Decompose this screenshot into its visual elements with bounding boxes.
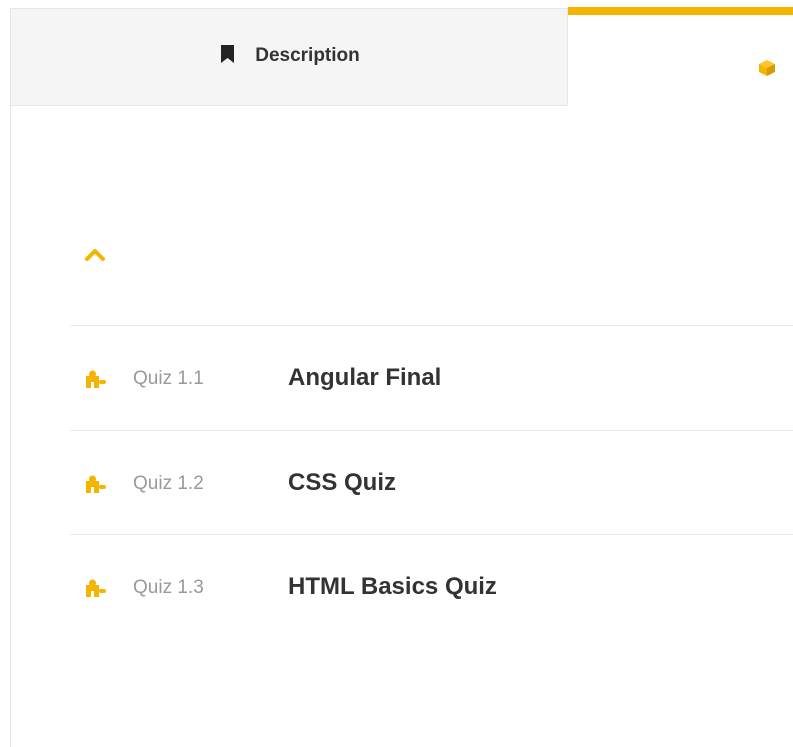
tab-description-label: Description [255,45,360,66]
lesson-row[interactable]: Quiz 1.1 Angular Final [70,326,793,430]
lesson-row[interactable]: Quiz 1.3 HTML Basics Quiz [70,535,793,639]
lesson-title[interactable]: Angular Final [288,364,441,392]
panel-left-border [10,106,11,747]
puzzle-icon [84,369,108,394]
lesson-row[interactable]: Quiz 1.2 CSS Quiz [70,431,793,535]
chevron-up-icon [84,249,106,266]
tab-curriculum[interactable] [568,7,793,107]
section-collapse-toggle[interactable] [84,246,108,266]
puzzle-icon [84,474,108,499]
bookmark-icon [220,44,235,68]
tab-bar: Description [0,0,793,107]
lesson-number: Quiz 1.3 [133,577,204,598]
lesson-number: Quiz 1.2 [133,473,204,494]
lesson-title[interactable]: HTML Basics Quiz [288,573,497,601]
lesson-title[interactable]: CSS Quiz [288,469,396,497]
tab-description-content: Description [220,44,360,68]
tab-description[interactable]: Description [10,8,568,106]
puzzle-icon [84,578,108,603]
lesson-number: Quiz 1.1 [133,368,204,389]
cube-icon [758,59,776,82]
course-content-panel: Description Quiz 1.1 Angular Final Quiz … [0,0,793,747]
